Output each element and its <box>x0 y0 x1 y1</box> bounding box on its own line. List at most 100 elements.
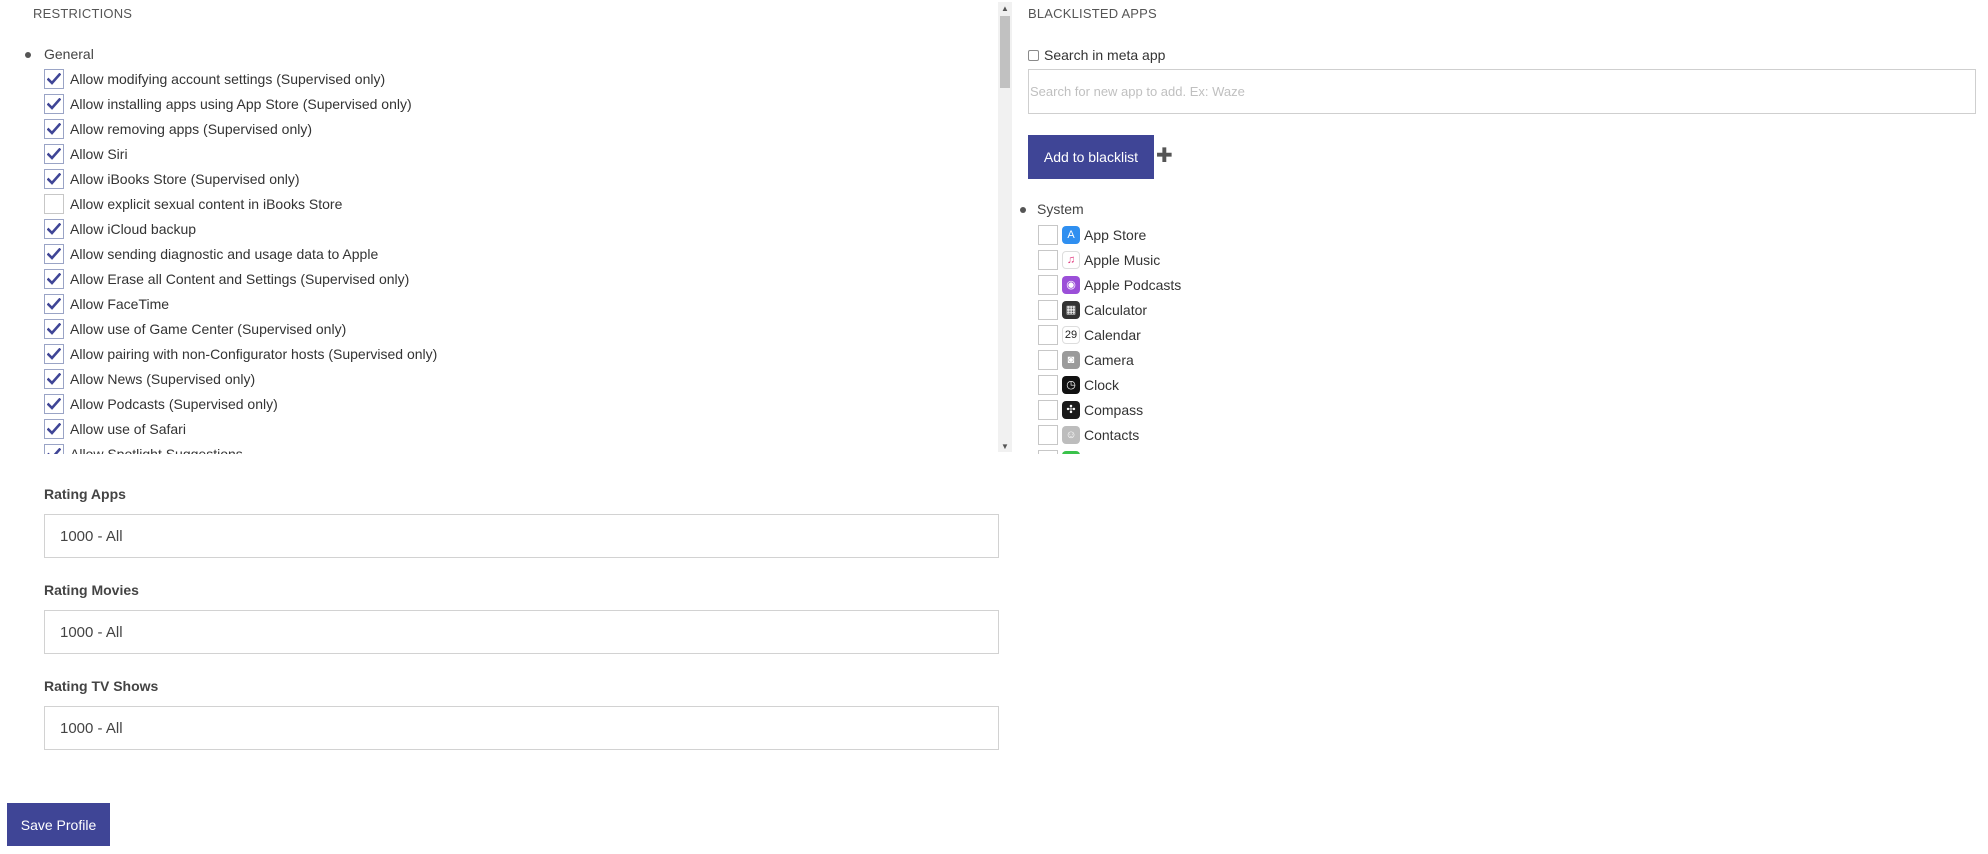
bullet-icon <box>25 52 31 58</box>
app-name: Apple Music <box>1084 251 1161 268</box>
app-checkbox[interactable] <box>1038 224 1058 245</box>
app-item[interactable]: ◉ Apple Podcasts <box>1038 272 1181 297</box>
meta-label: Search in meta app <box>1044 47 1166 63</box>
restriction-item[interactable]: Allow Spotlight Suggestions <box>44 441 437 454</box>
app-name: Compass <box>1084 401 1144 418</box>
restriction-checkbox[interactable] <box>44 118 64 139</box>
restriction-label: Allow iCloud backup <box>70 220 197 237</box>
restriction-item[interactable]: Allow removing apps (Supervised only) <box>44 116 437 141</box>
app-store-icon: A <box>1062 225 1080 244</box>
restriction-checkbox[interactable] <box>44 268 64 289</box>
app-checkbox[interactable] <box>1038 324 1058 345</box>
scroll-up-icon[interactable]: ▲ <box>998 2 1012 14</box>
meta-checkbox[interactable] <box>1028 49 1039 61</box>
app-name: Clock <box>1084 376 1120 393</box>
restriction-checkbox[interactable] <box>44 343 64 364</box>
app-name: App Store <box>1084 226 1147 243</box>
app-item[interactable]: ☺ Contacts <box>1038 422 1181 447</box>
app-name: Camera <box>1084 351 1134 368</box>
add-to-blacklist-button[interactable]: Add to blacklist <box>1028 135 1154 179</box>
restriction-checkbox[interactable] <box>44 418 64 439</box>
plus-icon[interactable]: ✚ <box>1156 146 1173 166</box>
restriction-checkbox[interactable] <box>44 393 64 414</box>
scroll-thumb[interactable] <box>1000 16 1010 88</box>
app-name: Calendar <box>1084 326 1141 343</box>
rating-tv-value: 1000 - All <box>60 719 123 737</box>
app-item[interactable]: A App Store <box>1038 222 1181 247</box>
app-name: Apple Podcasts <box>1084 276 1182 293</box>
restriction-item[interactable]: Allow use of Safari <box>44 416 437 441</box>
app-checkbox[interactable] <box>1038 424 1058 445</box>
restriction-label: Allow pairing with non-Configurator host… <box>70 345 438 362</box>
rating-apps-select[interactable]: 1000 - All <box>44 514 999 558</box>
restriction-checkbox[interactable] <box>44 293 64 314</box>
app-item[interactable]: ✣ Compass <box>1038 397 1181 422</box>
podcasts-icon: ◉ <box>1062 275 1080 294</box>
restriction-checkbox[interactable] <box>44 168 64 189</box>
rating-movies-select[interactable]: 1000 - All <box>44 610 999 654</box>
restriction-item[interactable]: Allow Podcasts (Supervised only) <box>44 391 437 416</box>
app-checkbox[interactable] <box>1038 274 1058 295</box>
app-checkbox[interactable] <box>1038 374 1058 395</box>
restriction-label: Allow FaceTime <box>70 295 170 312</box>
restriction-item[interactable]: Allow sending diagnostic and usage data … <box>44 241 437 266</box>
app-item[interactable]: ◷ Clock <box>1038 372 1181 397</box>
restriction-checkbox[interactable] <box>44 68 64 89</box>
rating-tv-label: Rating TV Shows <box>44 678 159 694</box>
restriction-label: Allow use of Safari <box>70 420 186 437</box>
app-item[interactable]: 29 Calendar <box>1038 322 1181 347</box>
profile-editor: RESTRICTIONS General Allow modifying acc… <box>0 0 1988 854</box>
restriction-checkbox[interactable] <box>44 143 64 164</box>
restriction-label: Allow News (Supervised only) <box>70 370 256 387</box>
rating-apps-value: 1000 - All <box>60 527 123 545</box>
restriction-item[interactable]: Allow explicit sexual content in iBooks … <box>44 191 437 216</box>
compass-icon: ✣ <box>1062 400 1080 419</box>
restriction-item[interactable]: Allow pairing with non-Configurator host… <box>44 341 437 366</box>
app-checkbox[interactable] <box>1038 349 1058 370</box>
restriction-label: Allow use of Game Center (Supervised onl… <box>70 320 347 337</box>
restriction-checkbox[interactable] <box>44 218 64 239</box>
restriction-item[interactable]: Allow News (Supervised only) <box>44 366 437 391</box>
music-note-icon: ♫ <box>1062 250 1080 269</box>
calendar-icon: 29 <box>1062 325 1080 344</box>
rating-tv-select[interactable]: 1000 - All <box>44 706 999 750</box>
restriction-label: Allow explicit sexual content in iBooks … <box>70 195 343 212</box>
restriction-list: Allow modifying account settings (Superv… <box>44 66 437 454</box>
app-checkbox[interactable] <box>1038 449 1058 454</box>
restriction-item[interactable]: Allow Siri <box>44 141 437 166</box>
app-item[interactable]: ▦ Calculator <box>1038 297 1181 322</box>
restriction-item[interactable]: Allow iBooks Store (Supervised only) <box>44 166 437 191</box>
app-search-input[interactable] <box>1028 69 1976 114</box>
restriction-item[interactable]: Allow FaceTime <box>44 291 437 316</box>
restriction-label: Allow iBooks Store (Supervised only) <box>70 170 300 187</box>
restriction-item[interactable]: Allow installing apps using App Store (S… <box>44 91 437 116</box>
restriction-item[interactable]: Allow use of Game Center (Supervised onl… <box>44 316 437 341</box>
restriction-label: Allow modifying account settings (Superv… <box>70 70 386 87</box>
restriction-label: Allow Erase all Content and Settings (Su… <box>70 270 410 287</box>
facetime-icon: ▶ <box>1062 450 1080 454</box>
app-item[interactable]: ◙ Camera <box>1038 347 1181 372</box>
restriction-checkbox[interactable] <box>44 93 64 114</box>
rating-movies-label: Rating Movies <box>44 582 139 598</box>
app-item[interactable]: ♫ Apple Music <box>1038 247 1181 272</box>
app-checkbox[interactable] <box>1038 399 1058 420</box>
contacts-icon: ☺ <box>1062 425 1080 444</box>
restriction-item[interactable]: Allow Erase all Content and Settings (Su… <box>44 266 437 291</box>
group-system-label: System <box>1037 201 1084 217</box>
restriction-checkbox[interactable] <box>44 243 64 264</box>
restriction-checkbox[interactable] <box>44 318 64 339</box>
search-meta-toggle[interactable]: Search in meta app <box>1028 47 1165 63</box>
rating-movies-value: 1000 - All <box>60 623 123 641</box>
restriction-checkbox[interactable] <box>44 368 64 389</box>
restriction-item[interactable]: Allow modifying account settings (Superv… <box>44 66 437 91</box>
app-checkbox[interactable] <box>1038 249 1058 270</box>
restriction-item[interactable]: Allow iCloud backup <box>44 216 437 241</box>
restrictions-panel: RESTRICTIONS General Allow modifying acc… <box>0 0 1014 454</box>
restriction-checkbox[interactable] <box>44 443 64 454</box>
save-profile-button[interactable]: Save Profile <box>7 803 110 846</box>
restriction-checkbox[interactable] <box>44 193 64 214</box>
app-name: FaceTime <box>1084 452 1146 455</box>
app-checkbox[interactable] <box>1038 299 1058 320</box>
app-item[interactable]: ▶ FaceTime <box>1038 447 1181 454</box>
blacklist-title: BLACKLISTED APPS <box>1028 6 1157 21</box>
